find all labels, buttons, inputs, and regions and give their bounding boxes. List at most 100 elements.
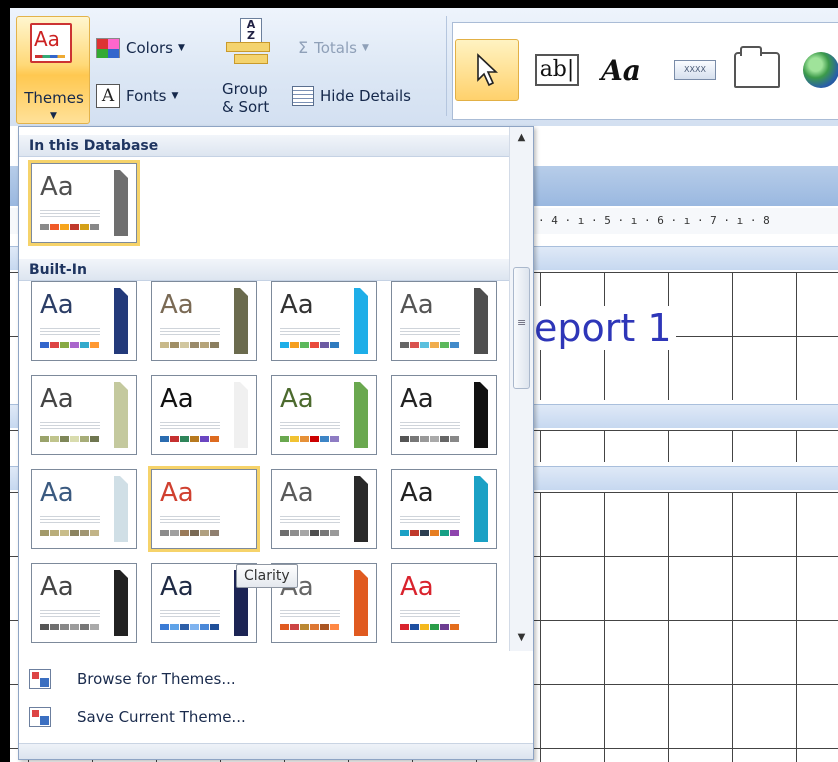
- scroll-thumb[interactable]: [513, 267, 530, 389]
- chevron-down-icon: ▼: [361, 42, 369, 53]
- theme-sample-lines: [400, 326, 460, 336]
- section-header-builtin: Built-In: [19, 259, 509, 281]
- label-control-button[interactable]: Aa: [591, 39, 651, 101]
- page-fold-icon: [354, 282, 368, 296]
- colors-button[interactable]: Colors ▼: [96, 38, 185, 58]
- tab-control-button[interactable]: [729, 39, 785, 101]
- theme-color-swatches: [400, 530, 460, 536]
- theme-thumbnail[interactable]: Aa: [151, 375, 257, 455]
- theme-sample-text: Aa: [400, 290, 434, 320]
- theme-thumbnail[interactable]: Aa: [391, 563, 497, 643]
- group-separator: [446, 16, 447, 116]
- scroll-down-icon[interactable]: ▼: [512, 629, 531, 647]
- theme-color-swatches: [280, 624, 340, 630]
- theme-color-swatches: [400, 436, 460, 442]
- theme-color-swatches: [40, 436, 100, 442]
- pointer-icon: [477, 53, 499, 87]
- theme-sample-lines: [280, 514, 340, 524]
- theme-sample-lines: [40, 420, 100, 430]
- theme-sample-text: Aa: [280, 290, 314, 320]
- gallery-scrollbar[interactable]: ▲ ▼: [509, 127, 533, 651]
- fonts-label: Fonts: [126, 87, 167, 105]
- theme-tooltip: Clarity: [236, 564, 298, 588]
- theme-accent-strip: [114, 570, 128, 636]
- theme-accent-strip: [354, 570, 368, 636]
- theme-sample-text: Aa: [160, 384, 194, 414]
- theme-thumbnail[interactable]: Aa: [391, 281, 497, 361]
- page-fold-icon: [354, 470, 368, 484]
- page-fold-icon: [474, 470, 488, 484]
- page-fold-icon: [474, 376, 488, 390]
- textbox-icon: ab|: [534, 54, 580, 86]
- theme-thumbnail[interactable]: Aa: [31, 281, 137, 361]
- theme-color-swatches: [280, 436, 340, 442]
- theme-thumbnail[interactable]: Aa: [148, 466, 260, 552]
- theme-thumbnail[interactable]: Aa: [31, 469, 137, 549]
- theme-thumbnail[interactable]: Aa: [391, 469, 497, 549]
- select-pointer-button[interactable]: [455, 39, 519, 101]
- browse-themes-item[interactable]: Browse for Themes...: [29, 669, 236, 689]
- tab-control-icon: [734, 46, 780, 88]
- theme-thumbnail[interactable]: Aa: [271, 469, 377, 549]
- save-theme-label: Save Current Theme...: [77, 708, 246, 726]
- theme-sample-lines: [160, 514, 220, 524]
- hide-details-button[interactable]: Hide Details: [292, 86, 411, 106]
- theme-thumbnail[interactable]: Aa: [271, 375, 377, 455]
- theme-sample-text: Aa: [280, 384, 314, 414]
- theme-sample-lines: [160, 608, 220, 618]
- theme-thumbnail[interactable]: Aa: [31, 563, 137, 643]
- totals-label: Totals: [314, 38, 357, 57]
- group-sort-icon: A Z: [224, 18, 272, 68]
- save-theme-item[interactable]: Save Current Theme...: [29, 707, 246, 727]
- theme-thumbnail[interactable]: Aa: [151, 281, 257, 361]
- sigma-icon: Σ: [298, 38, 309, 57]
- theme-accent-strip: [234, 288, 248, 354]
- theme-sample-text: Aa: [40, 478, 74, 508]
- theme-sample-text: Aa: [400, 572, 434, 602]
- theme-color-swatches: [160, 624, 220, 630]
- page-fold-icon: [234, 376, 248, 390]
- theme-sample-text: Aa: [160, 572, 194, 602]
- theme-thumbnail[interactable]: Aa: [391, 375, 497, 455]
- theme-color-swatches: [280, 530, 340, 536]
- page-fold-icon: [234, 470, 248, 484]
- textbox-control-button[interactable]: ab|: [529, 39, 585, 101]
- theme-sample-lines: [280, 326, 340, 336]
- theme-color-swatches: [160, 342, 220, 348]
- group-sort-button[interactable]: Group & Sort: [222, 80, 269, 116]
- controls-gallery: ab| Aa XXXX: [452, 22, 838, 120]
- colors-icon: [96, 38, 120, 58]
- theme-thumbnail[interactable]: Aa: [31, 375, 137, 455]
- button-control-button[interactable]: XXXX: [667, 39, 723, 101]
- sort-az-icon: A Z: [240, 18, 262, 44]
- theme-color-swatches: [160, 530, 220, 536]
- theme-sample-text: Aa: [160, 290, 194, 320]
- totals-button[interactable]: Σ Totals ▼: [298, 38, 369, 57]
- scroll-up-icon[interactable]: ▲: [512, 129, 531, 147]
- hide-details-label: Hide Details: [320, 87, 411, 105]
- report-title[interactable]: eport 1: [534, 306, 676, 350]
- fonts-button[interactable]: A Fonts ▼: [96, 84, 178, 108]
- theme-color-swatches: [40, 342, 100, 348]
- theme-color-swatches: [40, 624, 100, 630]
- theme-thumbnail[interactable]: Aa: [28, 160, 140, 246]
- theme-sample-lines: [400, 514, 460, 524]
- themes-button[interactable]: Aa Themes ▼: [16, 16, 90, 124]
- hyperlink-control-button[interactable]: [793, 39, 838, 101]
- chevron-down-icon: ▼: [171, 91, 179, 101]
- theme-sample-text: Aa: [40, 384, 74, 414]
- gallery-resize-grip[interactable]: [19, 743, 533, 759]
- theme-sample-text: Aa: [40, 572, 74, 602]
- theme-sample-text: Aa: [40, 290, 74, 320]
- browse-themes-icon: [29, 669, 51, 689]
- theme-accent-strip: [354, 288, 368, 354]
- theme-thumbnail[interactable]: Aa: [271, 281, 377, 361]
- page-fold-icon: [114, 470, 128, 484]
- theme-sample-lines: [280, 420, 340, 430]
- page-fold-icon: [114, 282, 128, 296]
- theme-sample-lines: [400, 608, 460, 618]
- theme-color-swatches: [280, 342, 340, 348]
- save-theme-icon: [29, 707, 51, 727]
- page-fold-icon: [114, 564, 128, 578]
- page-fold-icon: [234, 282, 248, 296]
